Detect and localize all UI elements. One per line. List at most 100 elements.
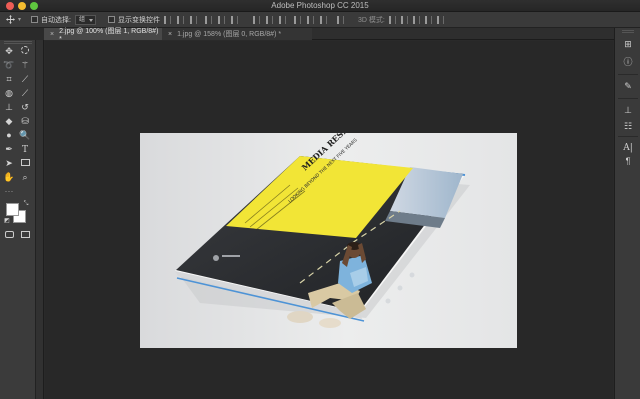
stamp-icon: ⊥ xyxy=(5,102,13,112)
healing-tool[interactable]: ◍ xyxy=(3,88,15,99)
distribute-right-icon[interactable] xyxy=(320,16,327,24)
distribute-left-icon[interactable] xyxy=(294,16,301,24)
roll-3d-icon[interactable] xyxy=(401,16,408,24)
healing-icon: ◍ xyxy=(5,88,13,98)
paragraph-icon: ¶ xyxy=(625,156,631,166)
type-tool[interactable]: T xyxy=(19,144,31,155)
move-icon xyxy=(6,15,15,24)
slide-3d-icon[interactable] xyxy=(425,16,432,24)
tab-label: 1.jpg @ 158% (图层 0, RGB/8#) * xyxy=(177,31,282,38)
distribute-top-icon[interactable] xyxy=(253,16,260,24)
pan-3d-icon[interactable] xyxy=(413,16,420,24)
eyedropper-tool[interactable]: ⟋ xyxy=(19,74,31,85)
align-bottom-icon[interactable] xyxy=(190,16,197,24)
chevron-down-icon: ▾ xyxy=(18,17,22,23)
panel-grip[interactable] xyxy=(4,41,32,44)
character-panel-button[interactable]: A| xyxy=(622,141,634,153)
magic-wand-tool[interactable]: ⚚ xyxy=(19,60,31,71)
auto-select-label: 自动选择: xyxy=(41,16,71,24)
type-icon: T xyxy=(21,145,28,155)
paragraph-panel-button[interactable]: ¶ xyxy=(622,155,634,167)
auto-align-icon[interactable] xyxy=(337,16,344,24)
eraser-tool[interactable]: ◆ xyxy=(3,116,15,127)
history-brush-tool[interactable]: ↺ xyxy=(19,102,31,113)
distribute-vcenter-icon[interactable] xyxy=(266,16,273,24)
document-canvas[interactable]: MEDIA RESIDENTIAL REPORT LOOKING BEYOND … xyxy=(140,133,517,348)
brush-settings-icon: ✎ xyxy=(624,81,632,91)
foreground-color-swatch[interactable] xyxy=(6,203,19,216)
brush-panel-button[interactable]: ✎ xyxy=(622,80,634,92)
auto-select-dropdown[interactable]: 组 xyxy=(75,14,97,25)
dodge-tool[interactable]: 🔍 xyxy=(19,130,31,141)
close-tab-icon[interactable]: × xyxy=(50,31,54,38)
tab-document-1[interactable]: × 1.jpg @ 158% (图层 0, RGB/8#) * xyxy=(162,28,312,40)
pen-tool[interactable]: ✒ xyxy=(3,144,15,155)
close-tab-icon[interactable]: × xyxy=(168,31,172,38)
align-top-icon[interactable] xyxy=(164,16,171,24)
distribute-hcenter-icon[interactable] xyxy=(307,16,314,24)
character-icon: A| xyxy=(623,143,633,153)
quick-mask-icon xyxy=(4,231,14,238)
scale-3d-icon[interactable] xyxy=(437,16,444,24)
document-tab-bar: × 2.jpg @ 100% (图层 1, RGB/8#) * × 1.jpg … xyxy=(44,27,614,43)
divider xyxy=(618,74,638,75)
show-transform-checkbox[interactable]: 显示变换控件 xyxy=(108,14,160,25)
history-panel-button[interactable]: ⊞ xyxy=(622,38,634,50)
swap-colors-icon[interactable]: ⤡ xyxy=(20,199,32,210)
stamp-tool[interactable]: ⊥ xyxy=(3,102,15,113)
align-hcenter-icon[interactable] xyxy=(218,16,225,24)
move-tool-preset[interactable]: ▾ xyxy=(6,14,21,25)
zoom-icon: ⌕ xyxy=(22,172,28,182)
crop-icon: ⌗ xyxy=(6,74,12,84)
clone-source-icon: ⊥ xyxy=(624,105,632,115)
more-tools[interactable]: ··· xyxy=(3,186,15,197)
info-icon: ⓘ xyxy=(623,57,633,67)
screen-mode-button[interactable] xyxy=(19,230,31,241)
checkbox-box xyxy=(108,16,115,23)
sliders-icon: ☷ xyxy=(623,121,633,131)
crop-tool[interactable]: ⌗ xyxy=(3,74,15,85)
rotate-3d-icon[interactable] xyxy=(389,16,396,24)
quick-mask-button[interactable] xyxy=(3,230,15,241)
rectangle-tool[interactable] xyxy=(19,158,31,169)
blur-tool[interactable]: ● xyxy=(3,130,15,141)
auto-select-value: 组 xyxy=(75,14,97,25)
default-colors-icon[interactable]: ◩ xyxy=(1,216,13,227)
lasso-icon: ➰ xyxy=(3,60,15,70)
adjustments-panel-button[interactable]: ☷ xyxy=(622,120,634,132)
marquee-tool[interactable] xyxy=(19,46,31,57)
mode-3d-label: 3D 模式: xyxy=(358,16,385,24)
align-left-icon[interactable] xyxy=(205,16,212,24)
align-right-icon[interactable] xyxy=(231,16,238,24)
align-vcenter-icon[interactable] xyxy=(177,16,184,24)
move-icon: ✥ xyxy=(5,46,13,56)
distribute-bottom-icon[interactable] xyxy=(279,16,286,24)
move-tool[interactable]: ✥ xyxy=(3,46,15,57)
lasso-tool[interactable]: ➰ xyxy=(3,60,15,71)
toolbar-collapse-strip[interactable] xyxy=(36,40,44,399)
clone-source-panel-button[interactable]: ⊥ xyxy=(622,104,634,116)
brush-tool[interactable]: ⟋ xyxy=(19,88,31,99)
auto-select-checkbox[interactable]: 自动选择: xyxy=(31,14,71,25)
dodge-icon: 🔍 xyxy=(19,130,31,140)
hand-tool[interactable]: ✋ xyxy=(3,172,15,183)
tab-document-2[interactable]: × 2.jpg @ 100% (图层 1, RGB/8#) * xyxy=(44,27,162,43)
eraser-icon: ◆ xyxy=(5,116,13,126)
show-transform-label: 显示变换控件 xyxy=(118,16,160,24)
paint-bucket-tool[interactable]: ⛁ xyxy=(19,116,31,127)
eyedropper-icon: ⟋ xyxy=(21,74,29,84)
divider xyxy=(618,98,638,99)
magic-wand-icon: ⚚ xyxy=(20,60,30,70)
title-bar: Adobe Photoshop CC 2015 xyxy=(0,0,640,12)
path-select-tool[interactable]: ➤ xyxy=(3,158,15,169)
panel-grip[interactable] xyxy=(622,30,634,33)
zoom-tool[interactable]: ⌕ xyxy=(19,172,31,183)
marquee-icon xyxy=(21,46,29,54)
info-panel-button[interactable]: ⓘ xyxy=(622,56,634,68)
history-icon: ⊞ xyxy=(624,39,632,49)
hand-icon: ✋ xyxy=(3,172,15,182)
tab-label: 2.jpg @ 100% (图层 1, RGB/8#) * xyxy=(59,27,159,43)
right-panel-dock: ⊞ ⓘ ✎ ⊥ ☷ A| ¶ xyxy=(614,28,640,399)
rectangle-icon xyxy=(20,159,30,166)
screen-mode-icon xyxy=(20,231,30,238)
